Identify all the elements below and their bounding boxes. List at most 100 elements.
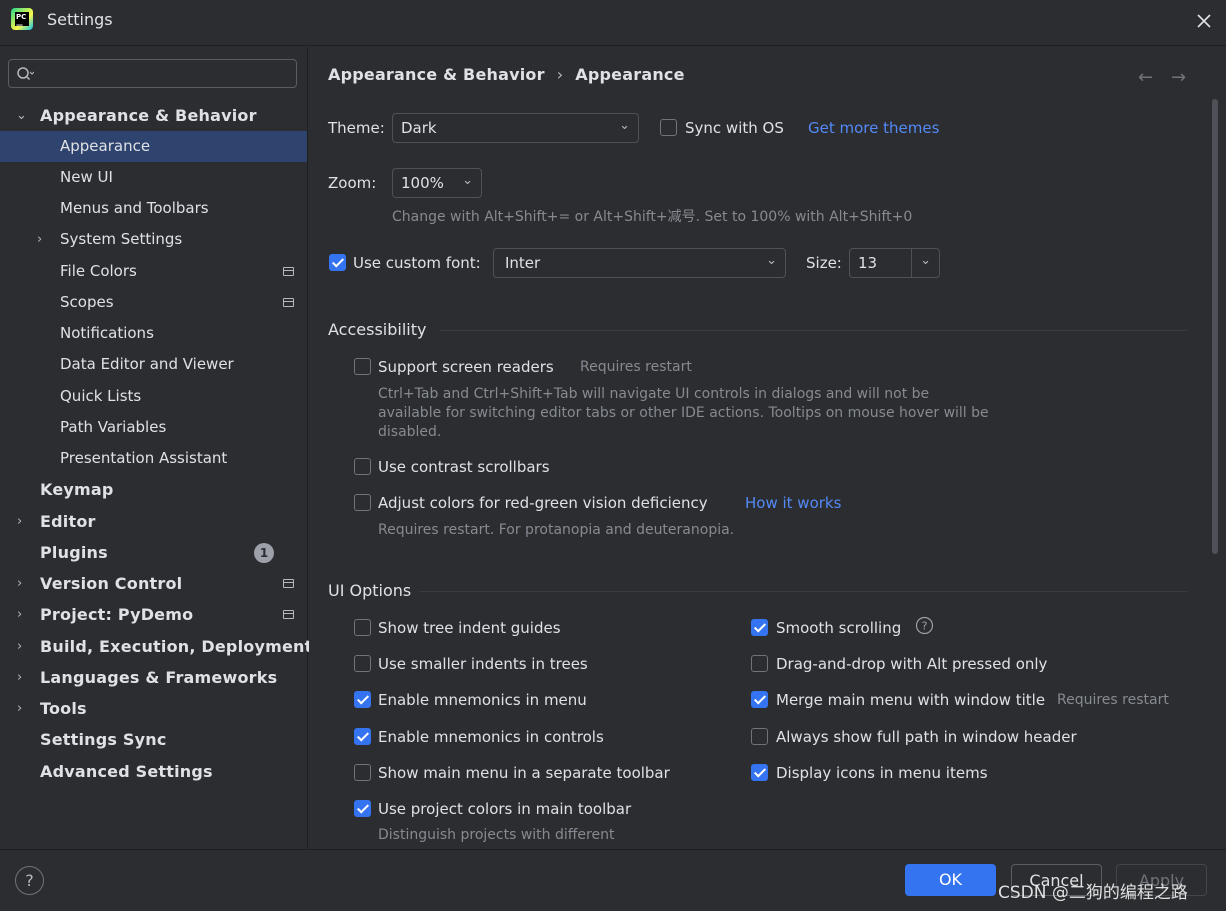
forward-arrow-icon[interactable]: → [1171, 67, 1186, 88]
sidebar-item-appearance[interactable]: Appearance [0, 131, 307, 162]
option-label: Smooth scrolling [776, 619, 902, 637]
svg-text:?: ? [922, 620, 928, 633]
ok-button[interactable]: OK [905, 864, 996, 896]
project-colors-description: Distinguish projects with different [378, 827, 615, 843]
sidebar-item-advanced-settings[interactable]: Advanced Settings [0, 756, 307, 787]
sidebar-item-editor[interactable]: › Editor [0, 506, 307, 537]
sidebar-item-label: Path Variables [60, 418, 167, 436]
font-value: Inter [505, 254, 541, 272]
full-path-header-checkbox[interactable] [751, 728, 768, 745]
how-it-works-link[interactable]: How it works [745, 494, 841, 512]
back-arrow-icon[interactable]: ← [1138, 67, 1153, 88]
zoom-label: Zoom: [328, 174, 377, 192]
sidebar-item-label: Menus and Toolbars [60, 199, 209, 217]
option-label: Merge main menu with window title [776, 691, 1046, 709]
theme-dropdown[interactable]: Dark ⌄ [392, 113, 639, 143]
get-more-themes-link[interactable]: Get more themes [808, 119, 939, 137]
screen-readers-description: Ctrl+Tab and Ctrl+Shift+Tab will navigat… [378, 386, 989, 440]
smaller-indents-checkbox[interactable] [354, 655, 371, 672]
contrast-scrollbars-checkbox[interactable] [354, 458, 371, 475]
chevron-right-icon: › [17, 514, 23, 529]
sidebar-item-label: Presentation Assistant [60, 449, 228, 467]
font-dropdown[interactable]: Inter ⌄ [493, 248, 786, 278]
sidebar-item-menus-toolbars[interactable]: Menus and Toolbars [0, 193, 307, 224]
drag-drop-alt-checkbox[interactable] [751, 655, 768, 672]
sidebar-item-label: Editor [40, 512, 96, 531]
sidebar-item-notifications[interactable]: Notifications [0, 318, 307, 349]
chevron-down-icon: ⌄ [619, 118, 630, 133]
custom-font-checkbox[interactable] [329, 254, 346, 271]
sidebar-item-label: Tools [40, 699, 87, 718]
help-button[interactable]: ? [15, 866, 44, 895]
settings-content: Appearance & Behavior › Appearance ← → The… [309, 47, 1226, 849]
window-title: Settings [47, 10, 113, 29]
chevron-right-icon: › [17, 607, 23, 622]
requires-restart-note: Requires restart [580, 359, 692, 375]
sidebar-item-label: Advanced Settings [40, 762, 213, 781]
sync-os-checkbox[interactable] [660, 119, 677, 136]
sidebar-item-tools[interactable]: › Tools [0, 693, 307, 724]
sidebar-item-project[interactable]: › Project: PyDemo [0, 599, 307, 630]
sidebar-item-label: Quick Lists [60, 387, 142, 405]
custom-font-label: Use custom font: [353, 254, 481, 272]
separate-toolbar-checkbox[interactable] [354, 764, 371, 781]
sidebar-item-system-settings[interactable]: › System Settings [0, 224, 307, 255]
combo-divider [911, 249, 912, 277]
sidebar-item-appearance-behavior[interactable]: ⌄ Appearance & Behavior [0, 100, 307, 131]
sidebar-item-path-variables[interactable]: Path Variables [0, 412, 307, 443]
font-size-label: Size: [806, 254, 842, 272]
mnemonics-menu-checkbox[interactable] [354, 691, 371, 708]
vertical-scrollbar[interactable] [1212, 99, 1218, 554]
sidebar-item-data-editor[interactable]: Data Editor and Viewer [0, 349, 307, 380]
close-button[interactable] [1192, 9, 1216, 33]
update-count-badge: 1 [254, 543, 274, 563]
chevron-down-icon: ⌄ [766, 253, 777, 268]
sidebar-item-scopes[interactable]: Scopes [0, 287, 307, 318]
theme-label: Theme: [328, 119, 385, 137]
sidebar-item-languages[interactable]: › Languages & Frameworks [0, 662, 307, 693]
breadcrumb-current: Appearance [575, 65, 685, 84]
sidebar-item-file-colors[interactable]: File Colors [0, 256, 307, 287]
breadcrumb-parent[interactable]: Appearance & Behavior [328, 65, 545, 84]
chevron-right-icon: › [17, 576, 23, 591]
search-icon [17, 67, 34, 81]
search-input[interactable] [39, 64, 289, 84]
search-box[interactable] [8, 59, 297, 88]
option-label: Always show full path in window header [776, 728, 1077, 746]
sidebar-item-label: Appearance & Behavior [40, 106, 257, 125]
sidebar-item-quick-lists[interactable]: Quick Lists [0, 381, 307, 412]
chevron-down-icon[interactable]: ⌄ [920, 253, 931, 268]
sidebar-item-label: Data Editor and Viewer [60, 355, 234, 373]
color-vision-checkbox[interactable] [354, 494, 371, 511]
tree-indent-guides-checkbox[interactable] [354, 619, 371, 636]
chevron-right-icon: › [17, 639, 23, 654]
sync-os-label: Sync with OS [685, 119, 784, 137]
sidebar-item-label: Languages & Frameworks [40, 668, 278, 687]
menu-icons-checkbox[interactable] [751, 764, 768, 781]
sidebar-item-version-control[interactable]: › Version Control [0, 568, 307, 599]
sidebar-item-keymap[interactable]: Keymap [0, 474, 307, 505]
sidebar-item-label: Plugins [40, 543, 108, 562]
pycharm-logo-icon: PC — [11, 8, 33, 30]
sidebar-item-new-ui[interactable]: New UI [0, 162, 307, 193]
option-label: Enable mnemonics in controls [378, 728, 604, 746]
font-size-combo[interactable]: 13 ⌄ [849, 248, 940, 278]
merge-main-menu-checkbox[interactable] [751, 691, 768, 708]
sidebar-item-settings-sync[interactable]: Settings Sync [0, 724, 307, 755]
mnemonics-controls-checkbox[interactable] [354, 728, 371, 745]
contrast-scrollbars-label: Use contrast scrollbars [378, 458, 550, 476]
project-scope-icon [283, 579, 294, 588]
project-colors-checkbox[interactable] [354, 800, 371, 817]
screen-readers-checkbox[interactable] [354, 358, 371, 375]
sidebar-item-label: Appearance [60, 137, 151, 155]
sidebar-item-label: Project: PyDemo [40, 605, 194, 624]
sidebar-item-presentation-assistant[interactable]: Presentation Assistant [0, 443, 307, 474]
font-size-value: 13 [858, 254, 878, 272]
sidebar-item-build-execution[interactable]: › Build, Execution, Deployment [0, 631, 312, 662]
option-label: Show tree indent guides [378, 619, 561, 637]
sidebar-item-plugins[interactable]: Plugins 1 [0, 537, 307, 568]
smooth-scrolling-checkbox[interactable] [751, 619, 768, 636]
zoom-dropdown[interactable]: 100% ⌄ [392, 168, 482, 198]
chevron-right-icon: › [17, 701, 23, 716]
help-question-icon[interactable]: ? [915, 616, 934, 635]
